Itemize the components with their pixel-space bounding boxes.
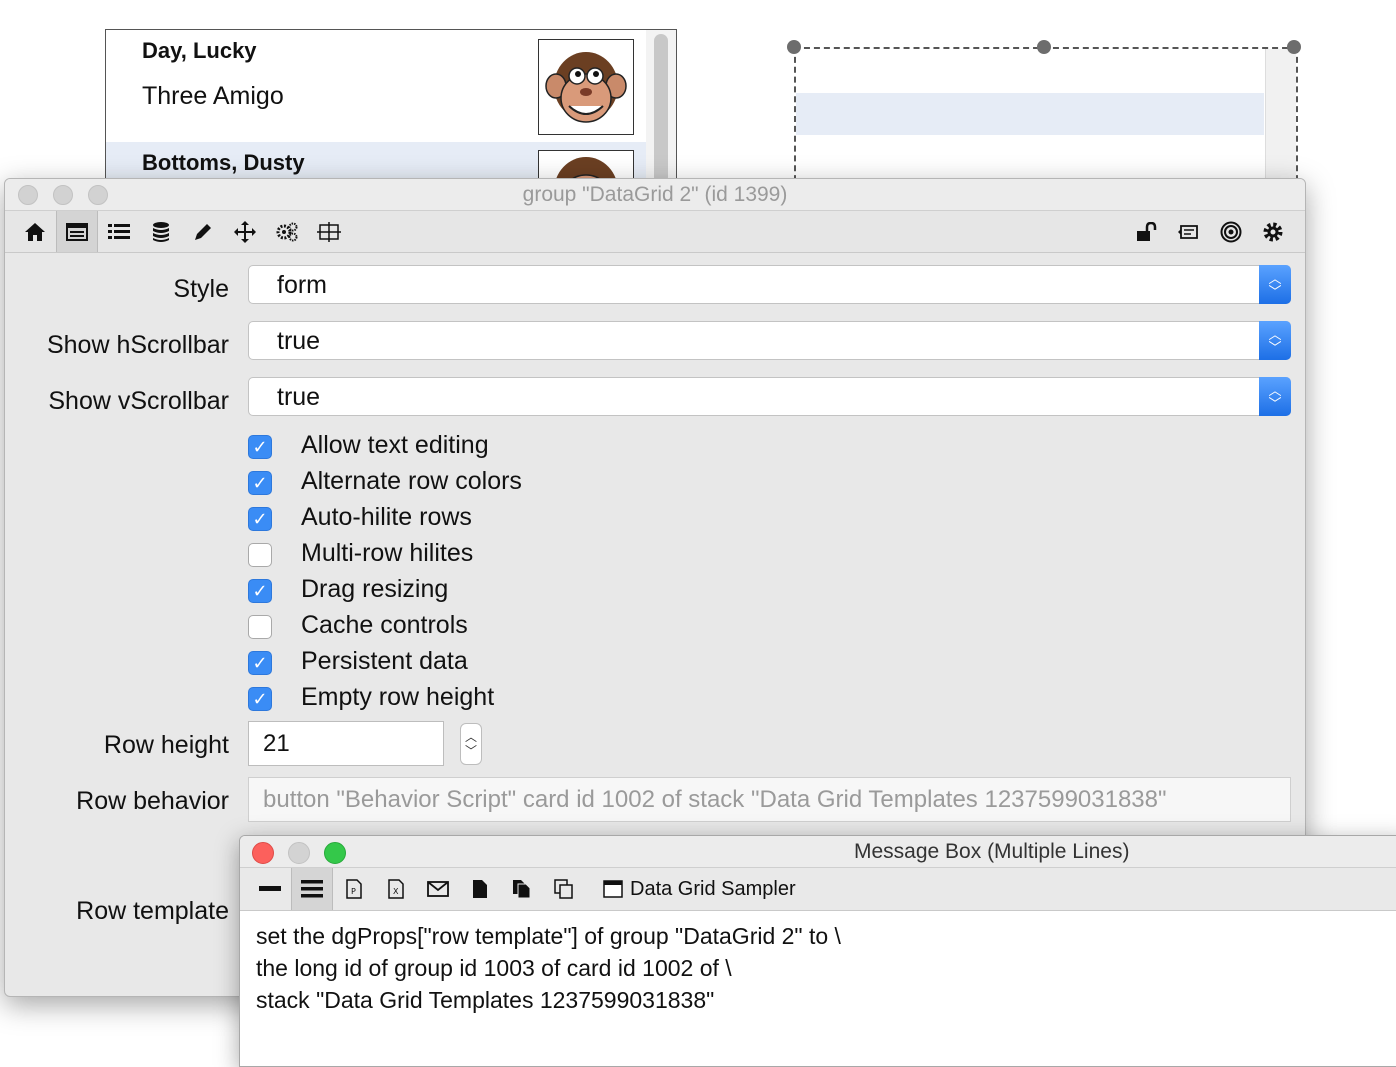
- hscrollbar-select[interactable]: true ︿ ﹀: [248, 321, 1291, 360]
- chevron-updown-icon[interactable]: ︿ ﹀: [1259, 377, 1291, 416]
- row-height-stepper[interactable]: ︿ ﹀: [460, 723, 482, 765]
- chevron-updown-icon[interactable]: ︿ ﹀: [1259, 321, 1291, 360]
- checkbox-label: Persistent data: [301, 647, 468, 675]
- hscrollbar-value: true: [277, 327, 321, 355]
- hscrollbar-label: Show hScrollbar: [46, 331, 229, 359]
- envelope-icon[interactable]: [417, 868, 459, 910]
- checkbox-label: Drag resizing: [301, 575, 449, 603]
- move-icon[interactable]: [224, 211, 266, 252]
- svg-text:X: X: [393, 887, 399, 896]
- row-name: Bottoms, Dusty: [142, 150, 305, 175]
- style-label: Style: [173, 275, 229, 303]
- title-bar[interactable]: group "DataGrid 2" (id 1399): [5, 179, 1305, 211]
- resize-icon[interactable]: [308, 211, 350, 252]
- vscrollbar-select[interactable]: true ︿ ﹀: [248, 377, 1291, 416]
- checkbox-label: Cache controls: [301, 611, 468, 639]
- gear-icon[interactable]: [1252, 211, 1294, 252]
- message-script-textarea[interactable]: set the dgProps["row template"] of group…: [256, 920, 841, 1016]
- window-title: Message Box (Multiple Lines): [854, 840, 1130, 863]
- documents-icon[interactable]: [501, 868, 543, 910]
- database-icon[interactable]: [140, 211, 182, 252]
- list-icon[interactable]: [98, 211, 140, 252]
- checkbox-label: Auto-hilite rows: [301, 503, 472, 531]
- message-box-toolbar: P X Data Grid Sampler: [240, 868, 1396, 911]
- message-box-window: Message Box (Multiple Lines) P X Data Gr…: [239, 835, 1396, 1067]
- checkbox-label: Multi-row hilites: [301, 539, 474, 567]
- selected-data-grid[interactable]: [794, 47, 1298, 191]
- single-line-icon[interactable]: [249, 868, 291, 910]
- style-select[interactable]: form ︿ ﹀: [248, 265, 1291, 304]
- checkbox-label: Allow text editing: [301, 431, 489, 459]
- page-p-icon[interactable]: P: [333, 868, 375, 910]
- gears-icon[interactable]: [266, 211, 308, 252]
- scrollbar-track[interactable]: [1265, 49, 1296, 189]
- inspector-toolbar: [5, 211, 1305, 253]
- row-template-label: Row template: [76, 897, 229, 925]
- resize-handle[interactable]: [1037, 40, 1051, 54]
- monkey-image: [538, 39, 634, 135]
- resize-handle[interactable]: [787, 40, 801, 54]
- checkbox-label: Alternate row colors: [301, 467, 522, 495]
- copy-icon[interactable]: [543, 868, 585, 910]
- row-behavior-value: button "Behavior Script" card id 1002 of…: [263, 786, 1167, 813]
- row-height-field[interactable]: 21: [248, 721, 444, 766]
- home-icon[interactable]: [14, 211, 56, 252]
- list-item[interactable]: Day, Lucky Three Amigo: [106, 30, 646, 142]
- row-behavior-field[interactable]: button "Behavior Script" card id 1002 of…: [248, 777, 1291, 822]
- checkbox-label: Empty row height: [301, 683, 495, 711]
- checkbox[interactable]: ✓: [248, 471, 272, 495]
- pencil-icon[interactable]: [182, 211, 224, 252]
- row-height-label: Row height: [103, 731, 229, 759]
- message-icon[interactable]: [1168, 211, 1210, 252]
- target-icon[interactable]: [1210, 211, 1252, 252]
- checkbox[interactable]: ✓: [248, 687, 272, 711]
- vscrollbar-value: true: [277, 383, 321, 411]
- resize-handle[interactable]: [1287, 40, 1301, 54]
- svg-text:P: P: [351, 887, 356, 896]
- checkbox[interactable]: [248, 615, 272, 639]
- checkbox[interactable]: ✓: [248, 507, 272, 531]
- window-icon: [603, 880, 623, 898]
- table-icon[interactable]: [56, 211, 98, 252]
- document-icon[interactable]: [459, 868, 501, 910]
- style-value: form: [277, 271, 327, 299]
- title-bar[interactable]: Message Box (Multiple Lines): [240, 836, 1396, 868]
- checkbox[interactable]: [248, 543, 272, 567]
- minimize-window-button[interactable]: [288, 842, 310, 864]
- alternate-row: [796, 93, 1264, 135]
- lock-icon[interactable]: [1126, 211, 1168, 252]
- scrollbar-thumb[interactable]: [654, 34, 668, 184]
- checkbox[interactable]: ✓: [248, 651, 272, 675]
- multiple-lines-icon[interactable]: [291, 868, 333, 910]
- window-title: group "DataGrid 2" (id 1399): [522, 183, 788, 206]
- row-name: Day, Lucky: [142, 38, 257, 63]
- stack-name: Data Grid Sampler: [630, 877, 796, 900]
- vscrollbar-label: Show vScrollbar: [48, 387, 229, 415]
- row-title: Three Amigo: [142, 82, 284, 110]
- row-behavior-label: Row behavior: [76, 787, 229, 815]
- chevron-updown-icon[interactable]: ︿ ﹀: [1259, 265, 1291, 304]
- row-height-value: 21: [263, 730, 290, 757]
- checkbox[interactable]: ✓: [248, 579, 272, 603]
- close-window-button[interactable]: [252, 842, 274, 864]
- checkbox[interactable]: ✓: [248, 435, 272, 459]
- background-data-grid[interactable]: Day, Lucky Three Amigo Bottoms, Dusty: [105, 29, 677, 191]
- zoom-window-button[interactable]: [324, 842, 346, 864]
- page-x-icon[interactable]: X: [375, 868, 417, 910]
- stack-selector[interactable]: Data Grid Sampler: [603, 868, 796, 910]
